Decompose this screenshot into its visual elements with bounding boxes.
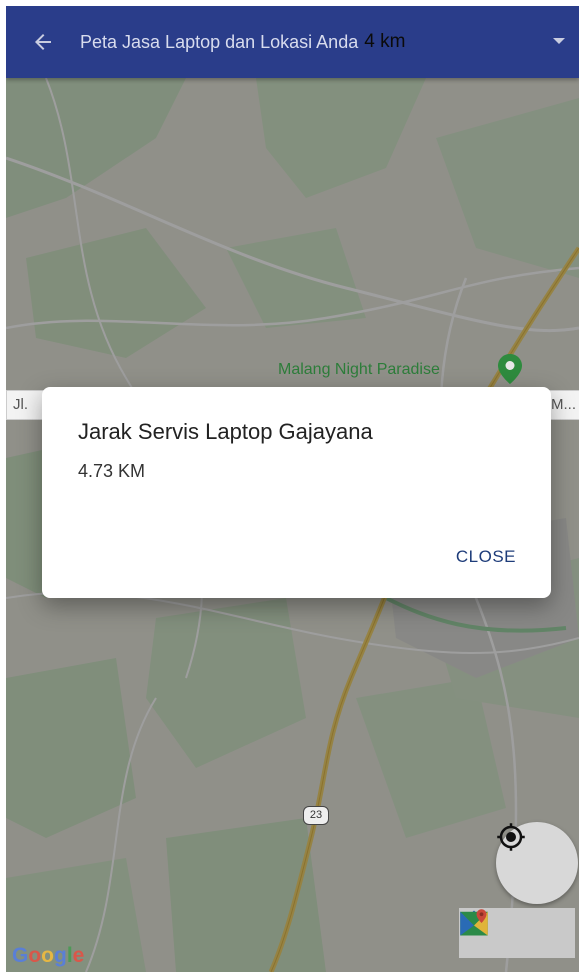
distance-dropdown[interactable]: 4 km	[364, 6, 579, 78]
my-location-button[interactable]	[496, 822, 578, 904]
google-maps-icon	[460, 909, 488, 936]
dropdown-arrow-icon[interactable]	[553, 38, 565, 44]
poi-label[interactable]: Malang Night Paradise	[278, 361, 440, 379]
screen: Peta Jasa Laptop dan Lokasi Anda 4 km Ma…	[6, 6, 579, 972]
back-button[interactable]	[6, 6, 80, 78]
route-shield: 23	[303, 806, 329, 825]
my-location-icon	[497, 823, 525, 851]
close-button[interactable]: CLOSE	[456, 547, 516, 567]
app-title: Peta Jasa Laptop dan Lokasi Anda	[80, 31, 359, 52]
app-bar: Peta Jasa Laptop dan Lokasi Anda 4 km	[6, 6, 579, 78]
dialog-distance: 4.73 KM	[78, 461, 146, 481]
google-logo: Google	[12, 944, 85, 967]
arrow-back-icon	[35, 34, 51, 50]
dialog-title: Jarak Servis Laptop Gajayana	[78, 419, 373, 444]
maps-toolbar	[459, 908, 575, 958]
open-in-maps-button[interactable]	[460, 908, 575, 958]
distance-dialog: Jarak Servis Laptop Gajayana 4.73 KM CLO…	[42, 387, 551, 598]
distance-dropdown-value: 4 km	[364, 31, 406, 52]
